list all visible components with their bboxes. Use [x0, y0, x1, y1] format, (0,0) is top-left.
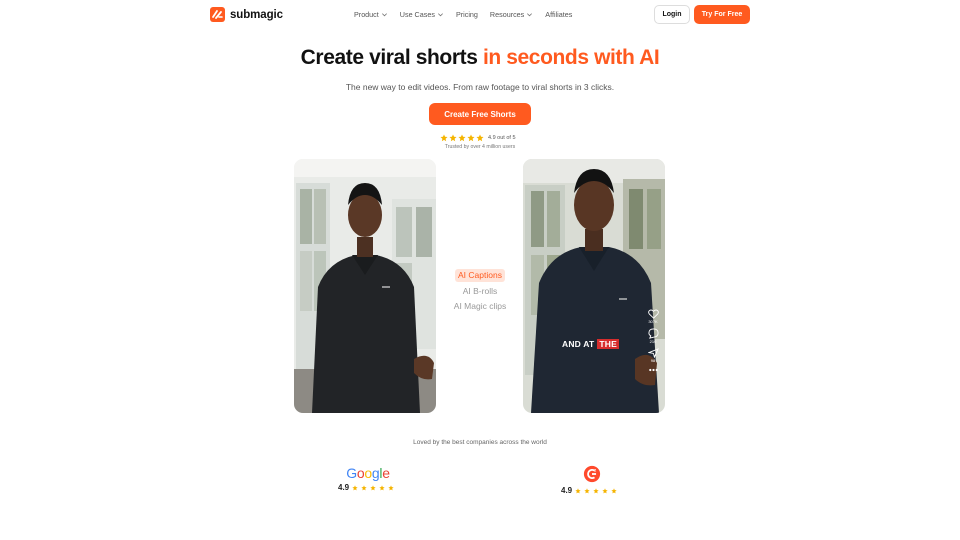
g2-score-value: 4.9 [561, 486, 573, 495]
logo-text: submagic [230, 8, 283, 21]
comment-count: 210 [649, 339, 657, 344]
video-thumbnail [294, 159, 436, 413]
loved-by-heading: Loved by the best companies across the w… [413, 439, 547, 446]
nav-item-pricing[interactable]: Pricing [456, 10, 478, 19]
chevron-down-icon [381, 13, 387, 17]
hero-subtitle: The new way to edit videos. From raw foo… [345, 82, 615, 92]
heart-icon [647, 309, 659, 319]
video-after[interactable]: AND AT THE 307K 210 98 [523, 159, 665, 413]
star-icon [611, 487, 617, 493]
google-score-value: 4.9 [338, 483, 350, 492]
comment-icon [647, 328, 659, 339]
social-actions: 307K 210 98 [645, 309, 661, 373]
caption-highlight-word: THE [597, 339, 619, 349]
feature-ai-b-rolls[interactable]: AI B-rolls [440, 284, 520, 299]
logo[interactable]: submagic [210, 7, 283, 22]
nav-item-affiliates[interactable]: Affiliates [545, 10, 572, 19]
star-icon [458, 134, 466, 142]
star-icon [584, 487, 590, 493]
rating: 4.9 out of 5 [440, 134, 516, 142]
rating-text: 4.9 out of 5 [488, 135, 516, 141]
video-thumbnail [523, 159, 665, 413]
share-count: 98 [650, 358, 656, 363]
g2-rating: 2 4.9 [561, 465, 623, 495]
star-icon [476, 134, 484, 142]
star-icon [440, 134, 448, 142]
nav-label: Pricing [455, 10, 478, 19]
more-action[interactable] [648, 367, 659, 373]
nav-item-resources[interactable]: Resources [490, 10, 533, 19]
chevron-down-icon [437, 13, 443, 17]
g2-logo-icon: 2 [583, 465, 601, 483]
nav-item-product[interactable]: Product [354, 10, 388, 19]
nav-label: Product [354, 10, 379, 19]
submagic-logo-icon [210, 7, 225, 22]
nav-label: Affiliates [545, 10, 573, 19]
nav-label: Resources [489, 10, 525, 19]
share-icon [647, 348, 659, 358]
g2-score: 4.9 [561, 486, 623, 495]
chevron-down-icon [527, 13, 533, 17]
star-icon [379, 484, 385, 490]
google-score: 4.9 [338, 483, 398, 492]
star-icon [370, 484, 376, 490]
try-for-free-button[interactable]: Try For Free [694, 5, 750, 24]
login-button[interactable]: Login [654, 5, 690, 24]
feature-tabs: AI Captions AI B-rolls AI Magic clips [440, 265, 520, 314]
top-nav: submagic Product Use Cases Pricing Resou… [0, 0, 960, 30]
caption-word: AND AT [562, 339, 595, 349]
star-icon [388, 484, 394, 490]
star-rating [440, 134, 484, 142]
star-icon [575, 487, 581, 493]
nav-links: Product Use Cases Pricing Resources Affi… [354, 10, 572, 19]
nav-item-use-cases[interactable]: Use Cases [400, 10, 444, 19]
hero-title: Create viral shorts in seconds with AI [0, 46, 960, 70]
caption-overlay: AND AT THE [562, 339, 619, 349]
comment-action[interactable]: 210 [647, 328, 659, 344]
star-icon [449, 134, 457, 142]
star-icon [593, 487, 599, 493]
more-icon [648, 368, 658, 372]
star-icon [602, 487, 608, 493]
g2-logo: 2 [561, 465, 623, 484]
like-action[interactable]: 307K [647, 309, 659, 324]
star-icon [467, 134, 475, 142]
share-action[interactable]: 98 [647, 348, 659, 363]
feature-ai-captions[interactable]: AI Captions [455, 269, 505, 282]
google-rating: Google 4.9 [338, 465, 398, 492]
feature-ai-magic-clips[interactable]: AI Magic clips [440, 299, 520, 314]
hero-title-main: Create viral shorts [300, 46, 483, 69]
like-count: 307K [648, 319, 658, 324]
star-icon [352, 484, 358, 490]
star-icon [361, 484, 367, 490]
video-before[interactable] [294, 159, 436, 413]
google-logo: Google [346, 465, 390, 481]
trusted-text: Trusted by over 4 million users [444, 144, 516, 150]
create-free-shorts-button[interactable]: Create Free Shorts [429, 103, 531, 125]
nav-label: Use Cases [399, 10, 435, 19]
hero-title-accent: in seconds with AI [482, 46, 660, 69]
